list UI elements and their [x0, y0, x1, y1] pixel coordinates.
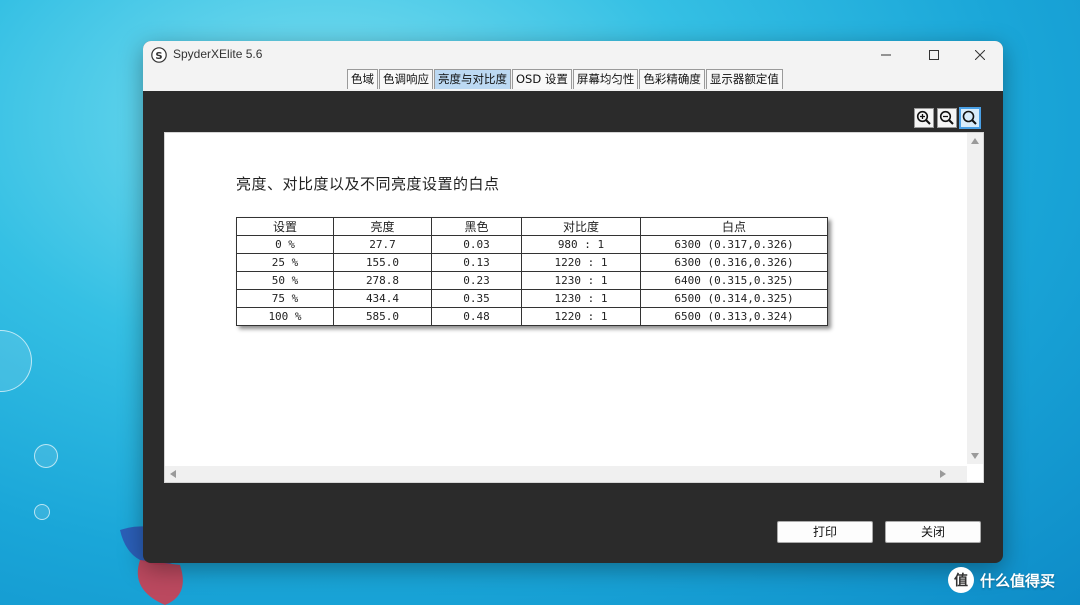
minimize-button[interactable]	[863, 41, 909, 69]
title-bar[interactable]: S SpyderXElite 5.6	[143, 41, 1003, 69]
magnifier-icon	[962, 110, 977, 125]
scroll-down-arrow-icon[interactable]	[971, 453, 979, 459]
cell-setting: 0 %	[236, 235, 334, 254]
bubble-decoration	[34, 504, 50, 520]
tab-gamut[interactable]: 色域	[347, 69, 378, 89]
zoom-out-button[interactable]	[937, 108, 957, 128]
header-setting: 设置	[236, 217, 334, 236]
report-title: 亮度、对比度以及不同亮度设置的白点	[236, 175, 500, 193]
header-white-point: 白点	[640, 217, 828, 236]
table-row: 75 % 434.4 0.35 1230 : 1 6500 (0.314,0.3…	[236, 289, 828, 308]
zoom-in-icon	[916, 110, 931, 125]
bubble-decoration	[34, 444, 58, 468]
cell-setting: 100 %	[236, 307, 334, 326]
scroll-up-arrow-icon[interactable]	[971, 138, 979, 144]
tab-display-rating[interactable]: 显示器额定值	[705, 69, 783, 89]
cell-black: 0.13	[431, 253, 522, 272]
scroll-right-arrow-icon[interactable]	[940, 470, 946, 478]
table-row: 0 % 27.7 0.03 980 : 1 6300 (0.317,0.326)	[236, 235, 828, 254]
cell-luminance: 155.0	[333, 253, 432, 272]
cell-setting: 50 %	[236, 271, 334, 290]
close-button[interactable]: 关闭	[885, 521, 981, 543]
watermark: 值 什么值得买	[948, 567, 1055, 593]
print-button[interactable]: 打印	[777, 521, 873, 543]
header-black: 黑色	[431, 217, 522, 236]
vertical-scrollbar[interactable]	[967, 133, 983, 464]
cell-luminance: 278.8	[333, 271, 432, 290]
scroll-left-arrow-icon[interactable]	[170, 470, 176, 478]
horizontal-scrollbar[interactable]	[165, 466, 967, 482]
table-row: 50 % 278.8 0.23 1230 : 1 6400 (0.315,0.3…	[236, 271, 828, 290]
table-row: 25 % 155.0 0.13 1220 : 1 6300 (0.316,0.3…	[236, 253, 828, 272]
cell-white-point: 6500 (0.313,0.324)	[640, 307, 828, 326]
cell-black: 0.48	[431, 307, 522, 326]
cell-contrast: 1230 : 1	[521, 289, 641, 308]
table-header-row: 设置 亮度 黑色 对比度 白点	[236, 217, 828, 236]
watermark-logo-text: 值	[954, 573, 968, 589]
cell-white-point: 6500 (0.314,0.325)	[640, 289, 828, 308]
header-contrast: 对比度	[521, 217, 641, 236]
brightness-contrast-table: 设置 亮度 黑色 对比度 白点 0 % 27.7 0.03 980 : 1 63…	[236, 217, 828, 326]
cell-black: 0.35	[431, 289, 522, 308]
cell-setting: 75 %	[236, 289, 334, 308]
maximize-icon	[929, 50, 939, 60]
table-row: 100 % 585.0 0.48 1220 : 1 6500 (0.313,0.…	[236, 307, 828, 326]
cell-white-point: 6300 (0.317,0.326)	[640, 235, 828, 254]
spyder-logo-icon: S	[151, 47, 167, 63]
cell-black: 0.03	[431, 235, 522, 254]
tab-color-accuracy[interactable]: 色彩精确度	[639, 69, 705, 89]
app-window: S SpyderXElite 5.6 色域 色调响应 亮度与对比度 OSD 设置…	[143, 41, 1003, 563]
close-icon	[975, 50, 985, 60]
cell-white-point: 6400 (0.315,0.325)	[640, 271, 828, 290]
svg-text:S: S	[155, 51, 162, 62]
cell-luminance: 27.7	[333, 235, 432, 254]
header-luminance: 亮度	[333, 217, 432, 236]
cell-luminance: 585.0	[333, 307, 432, 326]
minimize-icon	[881, 54, 891, 56]
smzdm-logo-icon: 值	[948, 567, 974, 593]
cell-setting: 25 %	[236, 253, 334, 272]
bubble-decoration	[0, 330, 32, 392]
cell-black: 0.23	[431, 271, 522, 290]
cell-contrast: 980 : 1	[521, 235, 641, 254]
tab-tone-response[interactable]: 色调响应	[379, 69, 433, 89]
tab-screen-uniformity[interactable]: 屏幕均匀性	[572, 69, 639, 89]
report-viewport: 亮度、对比度以及不同亮度设置的白点 设置 亮度 黑色 对比度 白点 0 % 27…	[164, 132, 984, 483]
zoom-fit-button[interactable]	[959, 107, 981, 129]
cell-luminance: 434.4	[333, 289, 432, 308]
tab-osd-settings[interactable]: OSD 设置	[512, 69, 572, 89]
window-title: SpyderXElite 5.6	[173, 47, 263, 61]
maximize-button[interactable]	[911, 41, 957, 69]
cell-contrast: 1220 : 1	[521, 253, 641, 272]
tab-strip: 色域 色调响应 亮度与对比度 OSD 设置 屏幕均匀性 色彩精确度 显示器额定值	[347, 69, 784, 90]
close-window-button[interactable]	[957, 41, 1003, 69]
cell-contrast: 1220 : 1	[521, 307, 641, 326]
tab-brightness-contrast[interactable]: 亮度与对比度	[434, 69, 511, 89]
report-page: 亮度、对比度以及不同亮度设置的白点 设置 亮度 黑色 对比度 白点 0 % 27…	[165, 133, 965, 464]
zoom-out-icon	[939, 110, 954, 125]
cell-contrast: 1230 : 1	[521, 271, 641, 290]
zoom-in-button[interactable]	[914, 108, 934, 128]
watermark-text: 什么值得买	[980, 571, 1056, 590]
cell-white-point: 6300 (0.316,0.326)	[640, 253, 828, 272]
